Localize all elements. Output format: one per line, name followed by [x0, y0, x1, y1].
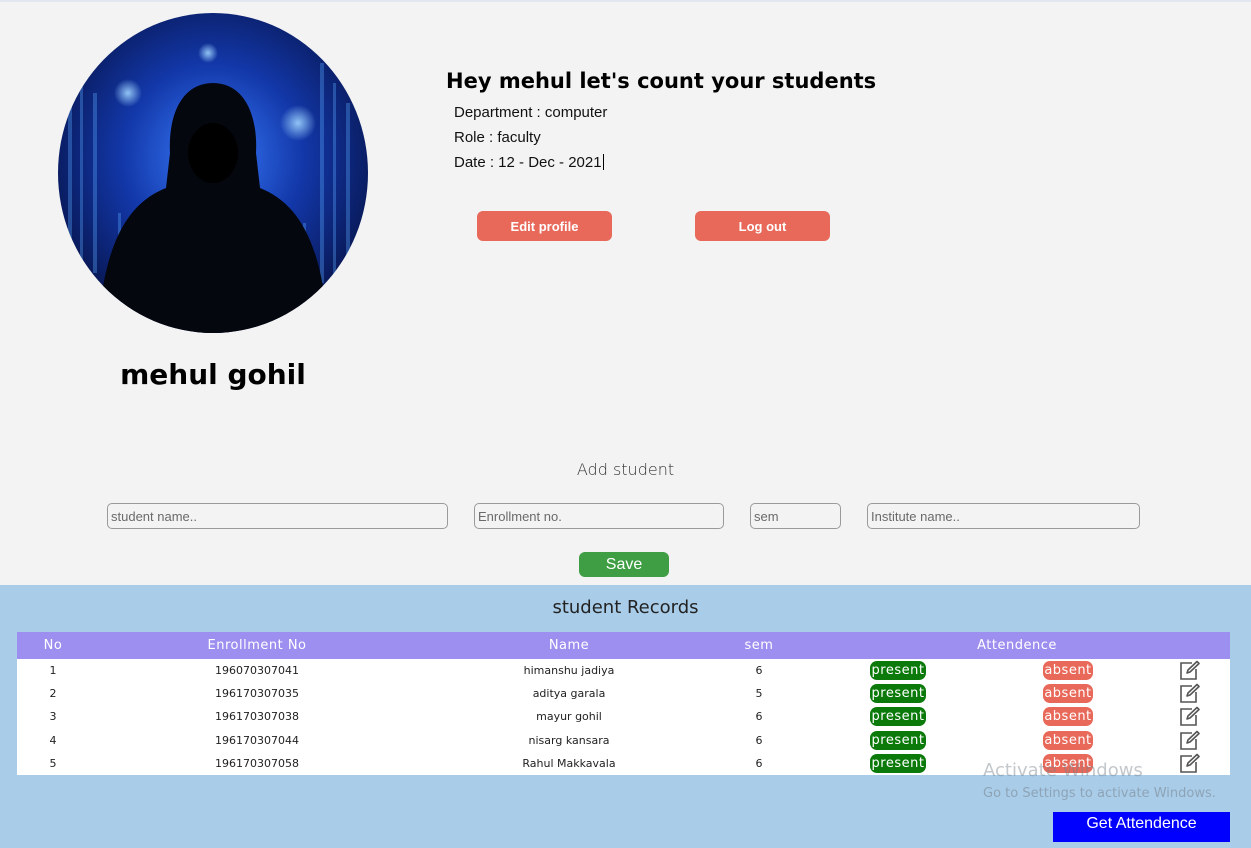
cell-name: himanshu jadiya: [523, 664, 615, 677]
date-text: Date : 12 - Dec - 2021: [454, 154, 602, 171]
cell-sem: 6: [755, 733, 763, 747]
table-header: No Enrollment No Name sem Attendence: [17, 632, 1230, 659]
absent-button[interactable]: absent: [1043, 730, 1093, 750]
institute-input[interactable]: [867, 503, 1140, 529]
cell-enrollment: 196170307035: [215, 687, 299, 701]
edit-icon[interactable]: [1178, 683, 1200, 704]
greeting-heading: Hey mehul let's count your students: [446, 69, 877, 93]
text-caret: [602, 154, 604, 170]
profile-avatar: [58, 13, 368, 333]
cell-no: 4: [49, 733, 57, 747]
col-header-enrollment: Enrollment No: [207, 638, 307, 653]
logout-button[interactable]: Log out: [695, 211, 830, 241]
role-text: Role : faculty: [454, 129, 541, 146]
cell-sem: 5: [755, 687, 763, 701]
cell-no: 1: [49, 664, 57, 677]
table-row: 2 196170307035 aditya garala 5 present absent: [17, 682, 1230, 705]
absent-button[interactable]: absent: [1043, 684, 1093, 704]
cell-sem: 6: [755, 710, 763, 724]
table-row: 3 196170307038 mayur gohil 6 present absent: [17, 705, 1230, 728]
cell-name: aditya garala: [532, 687, 606, 701]
cell-name: mayur gohil: [536, 710, 602, 724]
records-table: No Enrollment No Name sem Attendence 1 19…: [17, 632, 1230, 775]
profile-full-name: mehul gohil: [120, 358, 306, 391]
student-records-section: student Records No Enrollment No Name se…: [0, 585, 1251, 848]
cell-no: 3: [49, 710, 57, 724]
cell-enrollment: 196170307058: [215, 756, 299, 770]
edit-icon[interactable]: [1178, 730, 1200, 751]
cell-enrollment: 196170307044: [215, 733, 299, 747]
cell-sem: 6: [755, 664, 763, 677]
cell-no: 5: [49, 756, 57, 770]
department-text: Department : computer: [454, 104, 608, 121]
edit-icon[interactable]: [1178, 660, 1200, 681]
col-header-name: Name: [548, 638, 590, 653]
absent-button[interactable]: absent: [1043, 661, 1093, 680]
sem-input[interactable]: [750, 503, 841, 529]
table-row: 1 196070307041 himanshu jadiya 6 present abse…: [17, 659, 1230, 682]
present-button[interactable]: present: [870, 753, 926, 773]
table-body: 1 196070307041 himanshu jadiya 6 present abse…: [17, 659, 1230, 775]
cell-no: 2: [49, 687, 57, 701]
present-button[interactable]: present: [870, 684, 926, 704]
col-header-attendance: Attendence: [977, 638, 1057, 653]
absent-button[interactable]: absent: [1043, 707, 1093, 727]
present-button[interactable]: present: [870, 707, 926, 727]
activation-watermark-text: Go to Settings to activate Windows.: [983, 786, 1216, 801]
cell-name: nisarg kansara: [528, 733, 610, 747]
student-name-input[interactable]: [107, 503, 448, 529]
edit-profile-button[interactable]: Edit profile: [477, 211, 612, 241]
enrollment-input[interactable]: [474, 503, 724, 529]
get-attendance-button[interactable]: Get Attendence: [1053, 812, 1230, 842]
cell-sem: 6: [755, 756, 763, 770]
present-button[interactable]: present: [870, 730, 926, 750]
save-button[interactable]: Save: [579, 552, 669, 577]
table-row: 4 196170307044 nisarg kansara 6 present absen…: [17, 729, 1230, 752]
cell-name: Rahul Makkavala: [522, 756, 616, 770]
cell-enrollment: 196170307038: [215, 710, 299, 724]
date-line: Date : 12 - Dec - 2021: [454, 154, 604, 171]
records-title: student Records: [552, 597, 699, 618]
cell-enrollment: 196070307041: [215, 664, 299, 677]
present-button[interactable]: present: [870, 661, 926, 680]
top-border: [0, 0, 1251, 2]
edit-icon[interactable]: [1178, 706, 1200, 727]
col-header-no: No: [43, 638, 63, 653]
edit-icon[interactable]: [1178, 753, 1200, 774]
add-student-title: Add student: [576, 460, 675, 479]
col-header-sem: sem: [744, 638, 774, 653]
activation-watermark-title: Activate Windows: [983, 760, 1143, 781]
